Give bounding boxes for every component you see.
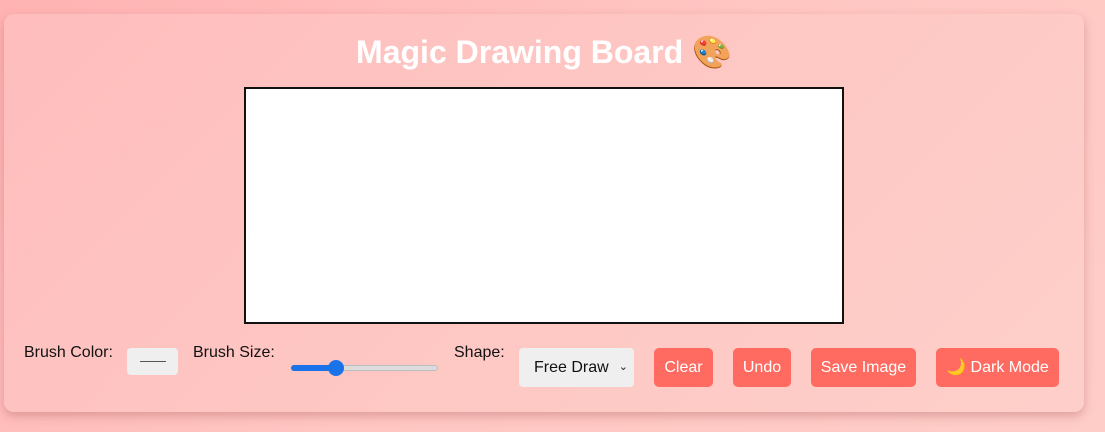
brush-color-picker[interactable]	[127, 348, 178, 375]
shape-select[interactable]: Free Draw ⌄	[519, 348, 634, 387]
chevron-down-icon: ⌄	[618, 361, 628, 373]
undo-button[interactable]: Undo	[733, 348, 791, 387]
brush-color-label: Brush Color:	[24, 344, 113, 361]
drawing-canvas[interactable]	[244, 87, 844, 324]
shape-selected-value: Free Draw	[534, 359, 609, 376]
dark-mode-button[interactable]: 🌙 Dark Mode	[936, 348, 1059, 387]
brush-size-thumb[interactable]	[327, 360, 344, 376]
clear-button[interactable]: Clear	[654, 348, 713, 387]
brush-color-swatch	[140, 361, 166, 362]
brush-size-label: Brush Size:	[193, 344, 275, 361]
shape-label: Shape:	[454, 344, 505, 361]
page-title: Magic Drawing Board 🎨	[356, 34, 732, 70]
save-image-button[interactable]: Save Image	[811, 348, 916, 387]
brush-size-slider[interactable]	[291, 360, 438, 376]
